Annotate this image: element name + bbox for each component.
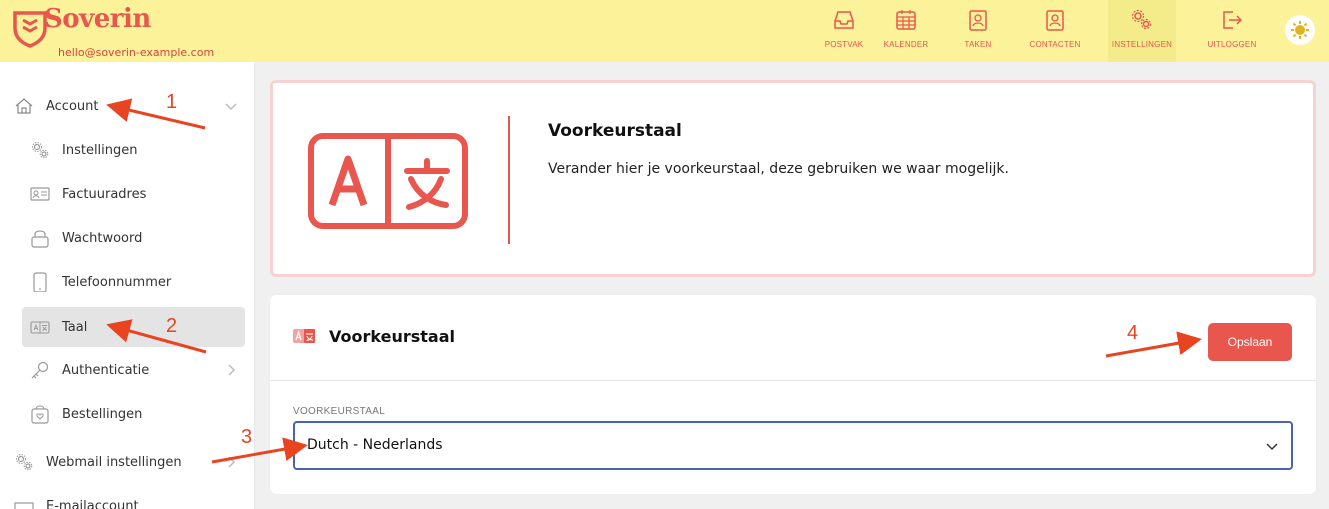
nav-uitloggen[interactable]: UITLOGGEN xyxy=(1204,0,1260,62)
lock-icon xyxy=(31,230,49,248)
settings-icon xyxy=(1131,9,1152,30)
language-field-label: VOORKEURSTAAL xyxy=(293,406,386,417)
calendar-icon xyxy=(896,10,916,30)
sidebar-item-instellingen[interactable]: Instellingen xyxy=(0,130,255,170)
nav-kalender[interactable]: KALENDER xyxy=(880,0,932,62)
shopping-bag-icon xyxy=(31,405,49,424)
chevron-down-icon xyxy=(1266,443,1278,451)
nav-label: UITLOGGEN xyxy=(1207,40,1257,49)
card-title: Voorkeurstaal xyxy=(329,327,455,346)
nav-label: CONTACTEN xyxy=(1029,40,1081,49)
sidebar-item-label: Bestellingen xyxy=(62,406,143,422)
sidebar-item-label: Taal xyxy=(62,319,88,335)
theme-toggle-button[interactable] xyxy=(1285,15,1315,45)
annotation-number: 2 xyxy=(166,315,178,337)
annotation-number: 4 xyxy=(1127,322,1139,344)
nav-label: POSTVAK xyxy=(824,40,864,49)
language-settings-card: Voorkeurstaal Opslaan VOORKEURSTAAL Dutc… xyxy=(270,295,1316,494)
sidebar-item-email-account[interactable]: E-mailaccount xyxy=(0,487,255,509)
contacts-icon xyxy=(1046,10,1064,31)
sidebar: Account Instellingen Factuuradres Wachtw… xyxy=(0,62,255,509)
nav-label: INSTELLINGEN xyxy=(1111,40,1173,49)
sidebar-item-authenticatie[interactable]: Authenticatie xyxy=(0,350,255,390)
nav-contacten[interactable]: CONTACTEN xyxy=(1024,0,1086,62)
sidebar-item-telefoonnummer[interactable]: Telefoonnummer xyxy=(0,262,255,302)
hero-description: Verander hier je voorkeurstaal, deze geb… xyxy=(548,161,1009,177)
sidebar-item-factuuradres[interactable]: Factuuradres xyxy=(0,174,255,214)
chevron-right-icon xyxy=(228,364,236,376)
sidebar-item-webmail-instellingen[interactable]: Webmail instellingen xyxy=(0,442,255,482)
annotation-number: 1 xyxy=(166,91,178,113)
account-email: hello@soverin-example.com xyxy=(58,46,215,59)
brand-name: Soverin xyxy=(44,4,151,34)
shield-logo-icon xyxy=(13,11,47,48)
nav-label: TAKEN xyxy=(964,40,992,49)
gears-icon xyxy=(32,142,49,159)
nav-label: KALENDER xyxy=(883,40,929,49)
hero-title: Voorkeurstaal xyxy=(548,121,682,141)
sidebar-item-label: Instellingen xyxy=(62,142,138,158)
logout-icon xyxy=(1223,11,1243,29)
nav-instellingen[interactable]: INSTELLINGEN xyxy=(1108,0,1176,62)
save-button[interactable]: Opslaan xyxy=(1208,323,1292,361)
sidebar-item-label: Webmail instellingen xyxy=(46,454,182,470)
language-hero-card: Voorkeurstaal Verander hier je voorkeurs… xyxy=(270,80,1316,277)
translate-icon xyxy=(308,133,468,229)
annotation-number: 3 xyxy=(241,426,253,448)
sun-icon xyxy=(1291,21,1309,39)
sidebar-item-taal[interactable]: Taal xyxy=(22,307,245,347)
tasks-icon xyxy=(969,10,987,31)
translate-icon xyxy=(293,329,315,343)
sidebar-item-bestellingen[interactable]: Bestellingen xyxy=(0,394,255,434)
sidebar-item-label: E-mailaccount xyxy=(46,499,139,509)
envelope-icon xyxy=(14,502,34,509)
selected-language: Dutch - Nederlands xyxy=(307,437,443,453)
gears-icon xyxy=(16,454,33,471)
logo[interactable] xyxy=(12,10,48,48)
inbox-icon xyxy=(834,11,854,29)
card-header: Voorkeurstaal Opslaan xyxy=(270,295,1316,381)
home-icon xyxy=(15,98,33,114)
language-select[interactable]: Dutch - Nederlands xyxy=(293,421,1293,470)
hero-divider xyxy=(508,116,510,244)
sidebar-item-label: Factuuradres xyxy=(62,186,147,202)
translate-icon xyxy=(30,321,50,334)
nav-postvak[interactable]: POSTVAK xyxy=(820,0,868,62)
chevron-right-icon xyxy=(228,456,236,468)
nav-taken[interactable]: TAKEN xyxy=(955,0,1001,62)
key-icon xyxy=(31,361,49,379)
sidebar-item-label: Telefoonnummer xyxy=(62,274,172,290)
sidebar-item-label: Authenticatie xyxy=(62,362,150,378)
sidebar-item-label: Wachtwoord xyxy=(62,230,143,246)
sidebar-item-wachtwoord[interactable]: Wachtwoord xyxy=(0,218,255,258)
phone-icon xyxy=(33,272,47,292)
chevron-down-icon xyxy=(225,103,237,111)
id-card-icon xyxy=(30,187,50,201)
top-bar: Soverin hello@soverin-example.com POSTVA… xyxy=(0,0,1329,62)
sidebar-item-account[interactable]: Account xyxy=(0,86,255,126)
sidebar-item-label: Account xyxy=(46,98,99,114)
